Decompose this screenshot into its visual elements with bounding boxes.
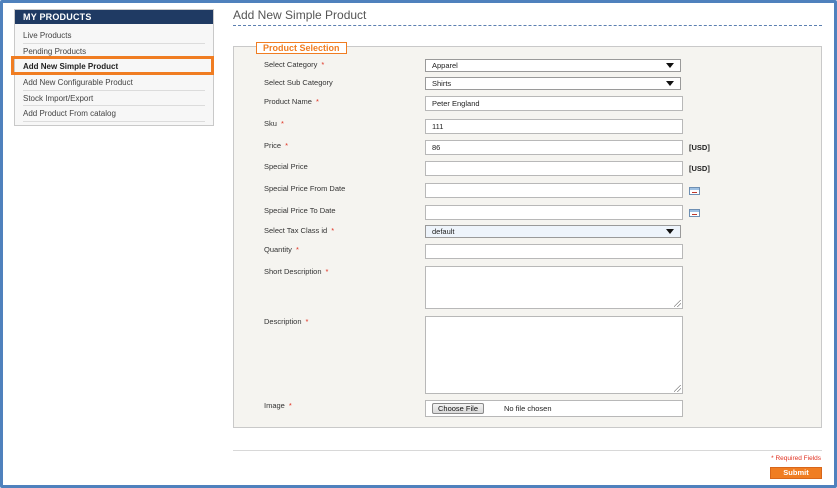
sidebar-menu: MY PRODUCTS Live Products Pending Produc…	[14, 9, 214, 126]
sidebar-item-add-new-configurable-product[interactable]: Add New Configurable Product	[23, 75, 205, 91]
sku-label: Sku *	[264, 119, 284, 128]
required-mark: *	[315, 97, 319, 106]
resize-grip-icon[interactable]	[674, 300, 681, 307]
resize-grip-icon[interactable]	[674, 385, 681, 392]
quantity-label: Quantity *	[264, 245, 299, 254]
sidebar-item-live-products[interactable]: Live Products	[23, 28, 205, 44]
tax-class-select[interactable]: default	[425, 225, 681, 238]
required-mark: *	[288, 401, 292, 410]
description-label: Description *	[264, 317, 309, 326]
required-mark: *	[285, 141, 289, 150]
required-mark: *	[295, 245, 299, 254]
price-label: Price *	[264, 141, 289, 150]
required-mark: *	[331, 226, 335, 235]
product-name-input[interactable]: Peter England	[425, 96, 683, 111]
required-mark: *	[305, 317, 309, 326]
price-currency: [USD]	[689, 143, 710, 152]
caret-down-icon	[666, 63, 674, 68]
special-to-label: Special Price To Date	[264, 206, 336, 215]
category-select[interactable]: Apparel	[425, 59, 681, 72]
sku-input[interactable]: 111	[425, 119, 683, 134]
quantity-input[interactable]	[425, 244, 683, 259]
sidebar-item-pending-products[interactable]: Pending Products	[23, 44, 205, 60]
calendar-icon[interactable]	[689, 209, 700, 217]
required-mark: *	[325, 267, 329, 276]
required-mark: *	[280, 119, 284, 128]
calendar-icon[interactable]	[689, 187, 700, 195]
image-file-input: Choose File No file chosen	[425, 400, 683, 417]
category-label: Select Category *	[264, 60, 325, 69]
short-description-label: Short Description *	[264, 267, 329, 276]
sub-category-label: Select Sub Category	[264, 78, 333, 87]
price-input[interactable]: 86	[425, 140, 683, 155]
footer-divider	[233, 450, 822, 451]
sidebar-title: MY PRODUCTS	[15, 10, 213, 24]
sidebar-item-add-product-from-catalog[interactable]: Add Product From catalog	[23, 106, 205, 123]
page-title: Add New Simple Product	[233, 8, 367, 22]
app-frame: MY PRODUCTS Live Products Pending Produc…	[0, 0, 837, 488]
section-legend: Product Selection	[256, 42, 347, 54]
submit-button[interactable]: Submit	[770, 467, 822, 479]
choose-file-button[interactable]: Choose File	[432, 403, 485, 414]
special-price-input[interactable]	[425, 161, 683, 176]
image-label: Image *	[264, 401, 292, 410]
required-mark: *	[321, 60, 325, 69]
special-price-currency: [USD]	[689, 164, 710, 173]
tax-class-label: Select Tax Class id *	[264, 226, 335, 235]
sidebar-item-stock-import-export[interactable]: Stock Import/Export	[23, 91, 205, 107]
special-to-input[interactable]	[425, 205, 683, 220]
short-description-textarea[interactable]	[425, 266, 683, 309]
sidebar-list: Live Products Pending Products Add New S…	[15, 24, 213, 123]
sub-category-select[interactable]: Shirts	[425, 77, 681, 90]
caret-down-icon	[666, 81, 674, 86]
required-fields-note: * Required Fields	[771, 455, 821, 462]
product-form: Product Selection Select Category * Appar…	[233, 42, 822, 428]
title-divider	[233, 25, 822, 26]
description-textarea[interactable]	[425, 316, 683, 394]
sidebar-item-add-new-simple-product[interactable]: Add New Simple Product	[23, 59, 205, 76]
special-from-input[interactable]	[425, 183, 683, 198]
file-status-text: No file chosen	[504, 404, 552, 413]
caret-down-icon	[666, 229, 674, 234]
special-from-label: Special Price From Date	[264, 184, 346, 193]
special-price-label: Special Price	[264, 162, 308, 171]
product-name-label: Product Name *	[264, 97, 319, 106]
